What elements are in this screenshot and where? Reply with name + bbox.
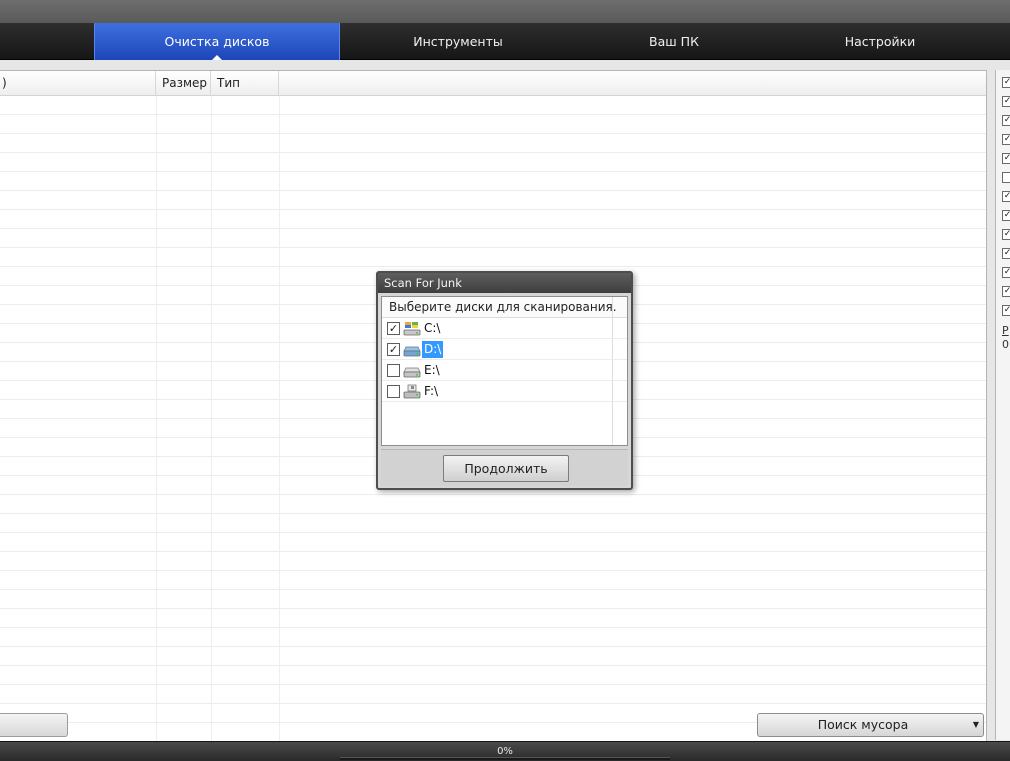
category-checkbox[interactable]: ✓: [1002, 96, 1010, 107]
search-junk-button[interactable]: Поиск мусора ▼: [757, 713, 984, 737]
drive-checkbox[interactable]: ✓: [387, 322, 400, 335]
drive-list-header: Выберите диски для сканирования.: [382, 297, 627, 318]
category-panel: ✓ ✓ ✓ ✓ ✓ ✓ ✓ ✓ ✓ ✓ ✓ ✓ P 0: [995, 70, 1010, 740]
network-drive-icon: [403, 384, 421, 399]
column-header-type[interactable]: Тип: [211, 71, 279, 96]
category-checkbox[interactable]: ✓: [1002, 210, 1010, 221]
tab-label: Очистка дисков: [164, 34, 270, 49]
column-divider: [211, 96, 212, 761]
continue-button[interactable]: Продолжить: [443, 455, 569, 482]
drive-checkbox[interactable]: [387, 385, 400, 398]
dialog-footer: Продолжить: [381, 449, 628, 486]
column-divider: [279, 96, 280, 761]
category-checkbox[interactable]: ✓: [1002, 248, 1010, 259]
status-bar: 0%: [0, 741, 1010, 761]
tab-settings[interactable]: Настройки: [772, 23, 988, 60]
drive-item-c[interactable]: ✓ C:\: [382, 318, 627, 339]
drive-item-e[interactable]: E:\: [382, 360, 627, 381]
tab-label: Настройки: [844, 34, 916, 49]
hard-drive-icon: [403, 367, 421, 378]
category-checkbox[interactable]: ✓: [1002, 191, 1010, 202]
drive-list[interactable]: Выберите диски для сканирования. ✓ C:\ ✓…: [381, 296, 628, 446]
drive-label: E:\: [424, 363, 440, 377]
hard-drive-icon: [403, 346, 421, 357]
column-divider: [156, 96, 157, 761]
category-checkbox[interactable]: ✓: [1002, 305, 1010, 316]
progress-percent: 0%: [497, 746, 513, 757]
dropdown-arrow-icon[interactable]: ▼: [973, 714, 979, 736]
category-checkbox[interactable]: ✓: [1002, 286, 1010, 297]
progress-bar: [340, 757, 670, 760]
window-top-strip: [0, 0, 1010, 23]
main-nav: Очистка дисков Инструменты Ваш ПК Настро…: [0, 23, 1010, 61]
list-header: ) Размер Тип: [0, 71, 986, 96]
tab-tools[interactable]: Инструменты: [340, 23, 576, 60]
drive-item-f[interactable]: F:\: [382, 381, 627, 402]
search-junk-label: Поиск мусора: [817, 717, 909, 732]
tab-disk-cleanup[interactable]: Очистка дисков: [94, 23, 340, 61]
category-checkbox[interactable]: ✓: [1002, 134, 1010, 145]
dialog-title: Scan For Junk: [378, 273, 631, 293]
drive-label: C:\: [424, 321, 441, 335]
left-action-button[interactable]: [0, 713, 68, 737]
column-header-name[interactable]: ): [0, 71, 156, 96]
category-checkbox[interactable]: ✓: [1002, 115, 1010, 126]
category-checkbox[interactable]: ✓: [1002, 229, 1010, 240]
category-checkbox[interactable]: ✓: [1002, 77, 1010, 88]
system-drive-icon: [403, 322, 421, 336]
category-checkbox[interactable]: ✓: [1002, 153, 1010, 164]
category-checkbox[interactable]: ✓: [1002, 267, 1010, 278]
drive-checkbox[interactable]: [387, 364, 400, 377]
side-value: 0: [1002, 338, 1009, 351]
drive-label: F:\: [424, 384, 439, 398]
drive-checkbox[interactable]: ✓: [387, 343, 400, 356]
drive-item-d[interactable]: ✓ D:\: [382, 339, 627, 360]
tab-your-pc[interactable]: Ваш ПК: [576, 23, 772, 60]
tab-label: Ваш ПК: [649, 34, 699, 49]
column-header-size[interactable]: Размер: [156, 71, 211, 96]
category-checkbox[interactable]: [1002, 172, 1010, 183]
tab-label: Инструменты: [413, 34, 503, 49]
side-link[interactable]: P: [1002, 324, 1009, 337]
drive-label: D:\: [422, 341, 444, 358]
scan-for-junk-dialog: Scan For Junk Выберите диски для сканиро…: [376, 271, 633, 490]
